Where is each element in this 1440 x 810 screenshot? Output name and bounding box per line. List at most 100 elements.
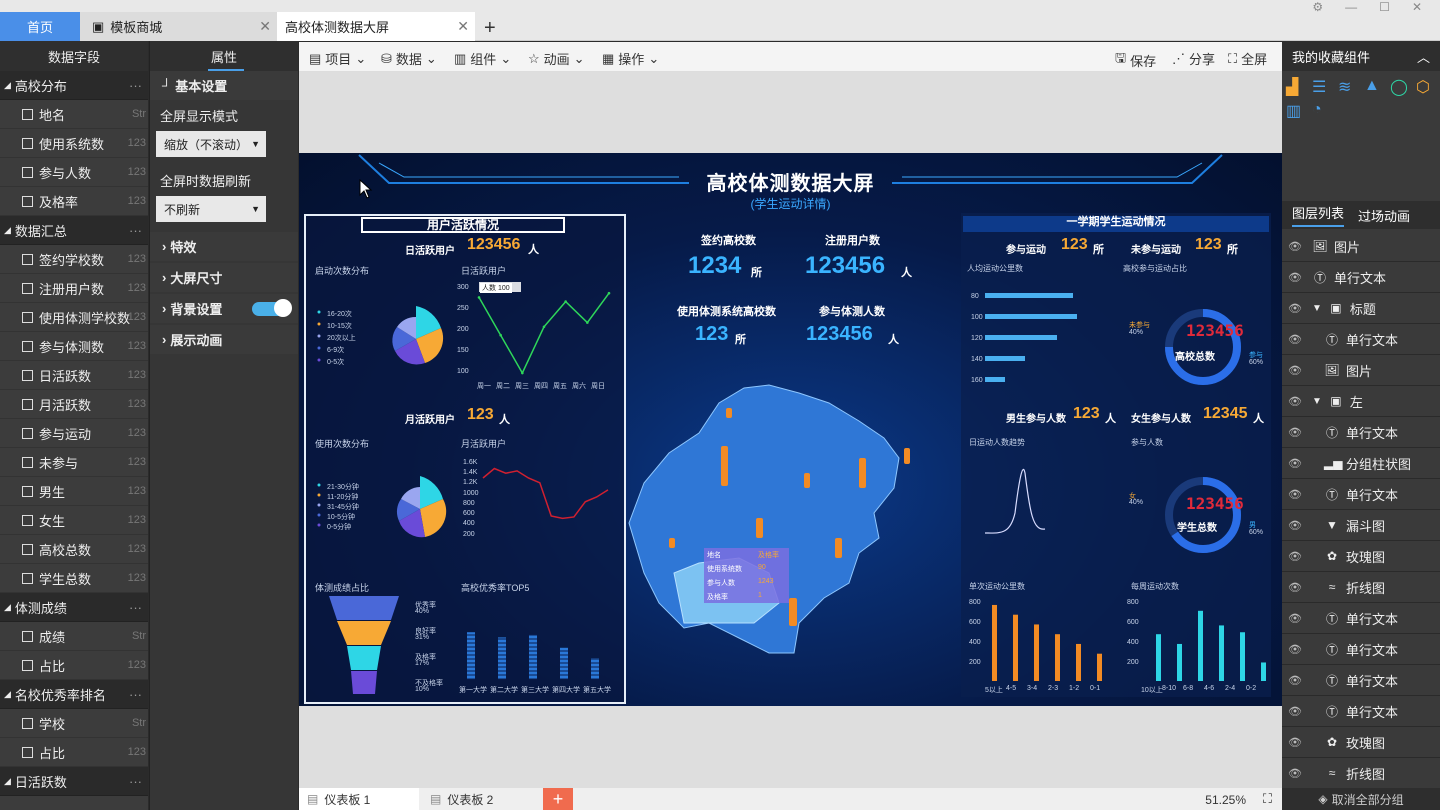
- column-chart-icon[interactable]: ▥: [1286, 101, 1301, 121]
- eye-icon[interactable]: 👁: [1288, 302, 1302, 315]
- checkbox[interactable]: [22, 108, 33, 120]
- checkbox[interactable]: [22, 166, 33, 178]
- section-screen-size[interactable]: › 大屏尺寸: [150, 263, 298, 292]
- checkbox[interactable]: [22, 340, 33, 352]
- field-item[interactable]: 日活跃数 123: [0, 361, 148, 390]
- checkbox[interactable]: [22, 514, 33, 526]
- checkbox[interactable]: [22, 630, 33, 642]
- checkbox[interactable]: [22, 746, 33, 758]
- field-item[interactable]: 签约学校数 123: [0, 245, 148, 274]
- field-item[interactable]: 成绩 Str: [0, 622, 148, 651]
- field-group[interactable]: ◢ 日活跃数 ···: [0, 767, 148, 796]
- zoom-level[interactable]: 51.25%: [1205, 793, 1246, 807]
- checkbox[interactable]: [22, 137, 33, 149]
- field-group[interactable]: ◢ 体测成绩 ···: [0, 593, 148, 622]
- checkbox[interactable]: [22, 398, 33, 410]
- more-icon[interactable]: ···: [129, 78, 142, 93]
- layer-item[interactable]: 👁 Ⓣ 单行文本: [1282, 634, 1440, 665]
- eye-icon[interactable]: 👁: [1288, 488, 1302, 501]
- field-item[interactable]: 注册用户数 123: [0, 274, 148, 303]
- checkbox[interactable]: [22, 543, 33, 555]
- checkbox[interactable]: [22, 311, 33, 323]
- fullscreen-button[interactable]: ⛶ 全屏: [1228, 49, 1267, 68]
- more-icon[interactable]: ···: [129, 223, 142, 238]
- field-group[interactable]: ◢ 名校优秀率排名 ···: [0, 680, 148, 709]
- more-icon[interactable]: ···: [129, 600, 142, 615]
- refresh-select[interactable]: 不刷新: [156, 196, 266, 222]
- donut-chart-icon[interactable]: ◯: [1390, 77, 1408, 97]
- field-item[interactable]: 参与运动 123: [0, 419, 148, 448]
- bar-chart-icon[interactable]: ☰: [1312, 77, 1326, 97]
- checkbox[interactable]: [22, 717, 33, 729]
- animation-menu[interactable]: ☆ 动画 ⌄: [528, 49, 585, 68]
- eye-icon[interactable]: 👁: [1288, 581, 1302, 594]
- field-item[interactable]: 地名 Str: [0, 100, 148, 129]
- eye-icon[interactable]: 👁: [1288, 240, 1302, 253]
- field-item[interactable]: 占比 123: [0, 738, 148, 767]
- property-tab[interactable]: 属性: [150, 41, 298, 71]
- minimize-icon[interactable]: —: [1345, 0, 1357, 14]
- field-item[interactable]: 参与人数 123: [0, 158, 148, 187]
- fullscreen-mode-select[interactable]: 缩放（不滚动）: [156, 131, 266, 157]
- checkbox[interactable]: [22, 195, 33, 207]
- background-toggle[interactable]: [252, 298, 292, 317]
- more-icon[interactable]: ···: [129, 687, 142, 702]
- hexagon-chart-icon[interactable]: ⬡: [1416, 77, 1430, 97]
- eye-icon[interactable]: 👁: [1288, 364, 1302, 377]
- dashboard-tab-1[interactable]: ▤ 仪表板 1: [299, 788, 419, 810]
- caret-down-icon[interactable]: ▼: [1312, 396, 1322, 407]
- eye-icon[interactable]: 👁: [1288, 612, 1302, 625]
- dashboard-screen[interactable]: 高校体测数据大屏 (学生运动详情) 用户活跃情况 日活跃用户 123456 人 …: [299, 153, 1282, 706]
- layer-item[interactable]: 👁 ▼ ▣ 标题: [1282, 293, 1440, 324]
- section-background[interactable]: › 背景设置: [150, 294, 298, 323]
- tab-home[interactable]: 首页: [0, 12, 80, 41]
- maximize-icon[interactable]: ☐: [1379, 0, 1390, 14]
- eye-icon[interactable]: 👁: [1288, 457, 1302, 470]
- caret-down-icon[interactable]: ▼: [1312, 303, 1322, 314]
- close-icon[interactable]: ✕: [457, 18, 469, 35]
- field-item[interactable]: 使用系统数 123: [0, 129, 148, 158]
- checkbox[interactable]: [22, 659, 33, 671]
- field-item[interactable]: 参与体测数 123: [0, 332, 148, 361]
- layer-item[interactable]: 👁 ▼ ▣ 左: [1282, 386, 1440, 417]
- tab-screen[interactable]: 高校体测数据大屏 ✕: [277, 12, 475, 41]
- checkbox[interactable]: [22, 253, 33, 265]
- project-menu[interactable]: ▤ 项目 ⌄: [309, 49, 366, 68]
- field-item[interactable]: 高校总数 123: [0, 535, 148, 564]
- field-item[interactable]: 学校 Str: [0, 709, 148, 738]
- eye-icon[interactable]: 👁: [1288, 426, 1302, 439]
- add-dashboard-button[interactable]: +: [543, 788, 573, 810]
- eye-icon[interactable]: 👁: [1288, 271, 1302, 284]
- share-button[interactable]: ⋰ 分享: [1172, 49, 1215, 68]
- more-icon[interactable]: ···: [129, 774, 142, 789]
- checkbox[interactable]: [22, 456, 33, 468]
- layer-item[interactable]: 👁 Ⓣ 单行文本: [1282, 665, 1440, 696]
- settings-icon[interactable]: ⚙: [1312, 0, 1323, 14]
- component-menu[interactable]: ▥ 组件 ⌄: [454, 49, 511, 68]
- basic-settings-section[interactable]: ┘ 基本设置: [150, 71, 298, 100]
- layer-item[interactable]: 👁 ✿ 玫瑰图: [1282, 541, 1440, 572]
- eye-icon[interactable]: 👁: [1288, 519, 1302, 532]
- field-item[interactable]: 使用体测学校数 123: [0, 303, 148, 332]
- area-chart-icon[interactable]: ▲: [1364, 77, 1380, 95]
- field-item[interactable]: 未参与 123: [0, 448, 148, 477]
- eye-icon[interactable]: 👁: [1288, 736, 1302, 749]
- layer-item[interactable]: 👁 🖼 图片: [1282, 231, 1440, 262]
- operation-menu[interactable]: ▦ 操作 ⌄: [602, 49, 659, 68]
- field-item[interactable]: 及格率 123: [0, 187, 148, 216]
- checkbox[interactable]: [22, 427, 33, 439]
- checkbox[interactable]: [22, 485, 33, 497]
- tab-template-store[interactable]: ▣ 模板商城 ✕: [80, 12, 277, 41]
- cancel-group-button[interactable]: ◈ 取消全部分组: [1282, 788, 1440, 810]
- eye-icon[interactable]: 👁: [1288, 333, 1302, 346]
- checkbox[interactable]: [22, 282, 33, 294]
- eye-icon[interactable]: 👁: [1288, 705, 1302, 718]
- eye-icon[interactable]: 👁: [1288, 550, 1302, 563]
- layer-item[interactable]: 👁 ▂▅ 分组柱状图: [1282, 448, 1440, 479]
- tab-transition-animation[interactable]: 过场动画: [1358, 206, 1410, 225]
- eye-icon[interactable]: 👁: [1288, 643, 1302, 656]
- layer-item[interactable]: 👁 Ⓣ 单行文本: [1282, 417, 1440, 448]
- eye-icon[interactable]: 👁: [1288, 767, 1302, 780]
- line-chart-icon[interactable]: ≋: [1338, 77, 1351, 97]
- layer-item[interactable]: 👁 🖼 图片: [1282, 355, 1440, 386]
